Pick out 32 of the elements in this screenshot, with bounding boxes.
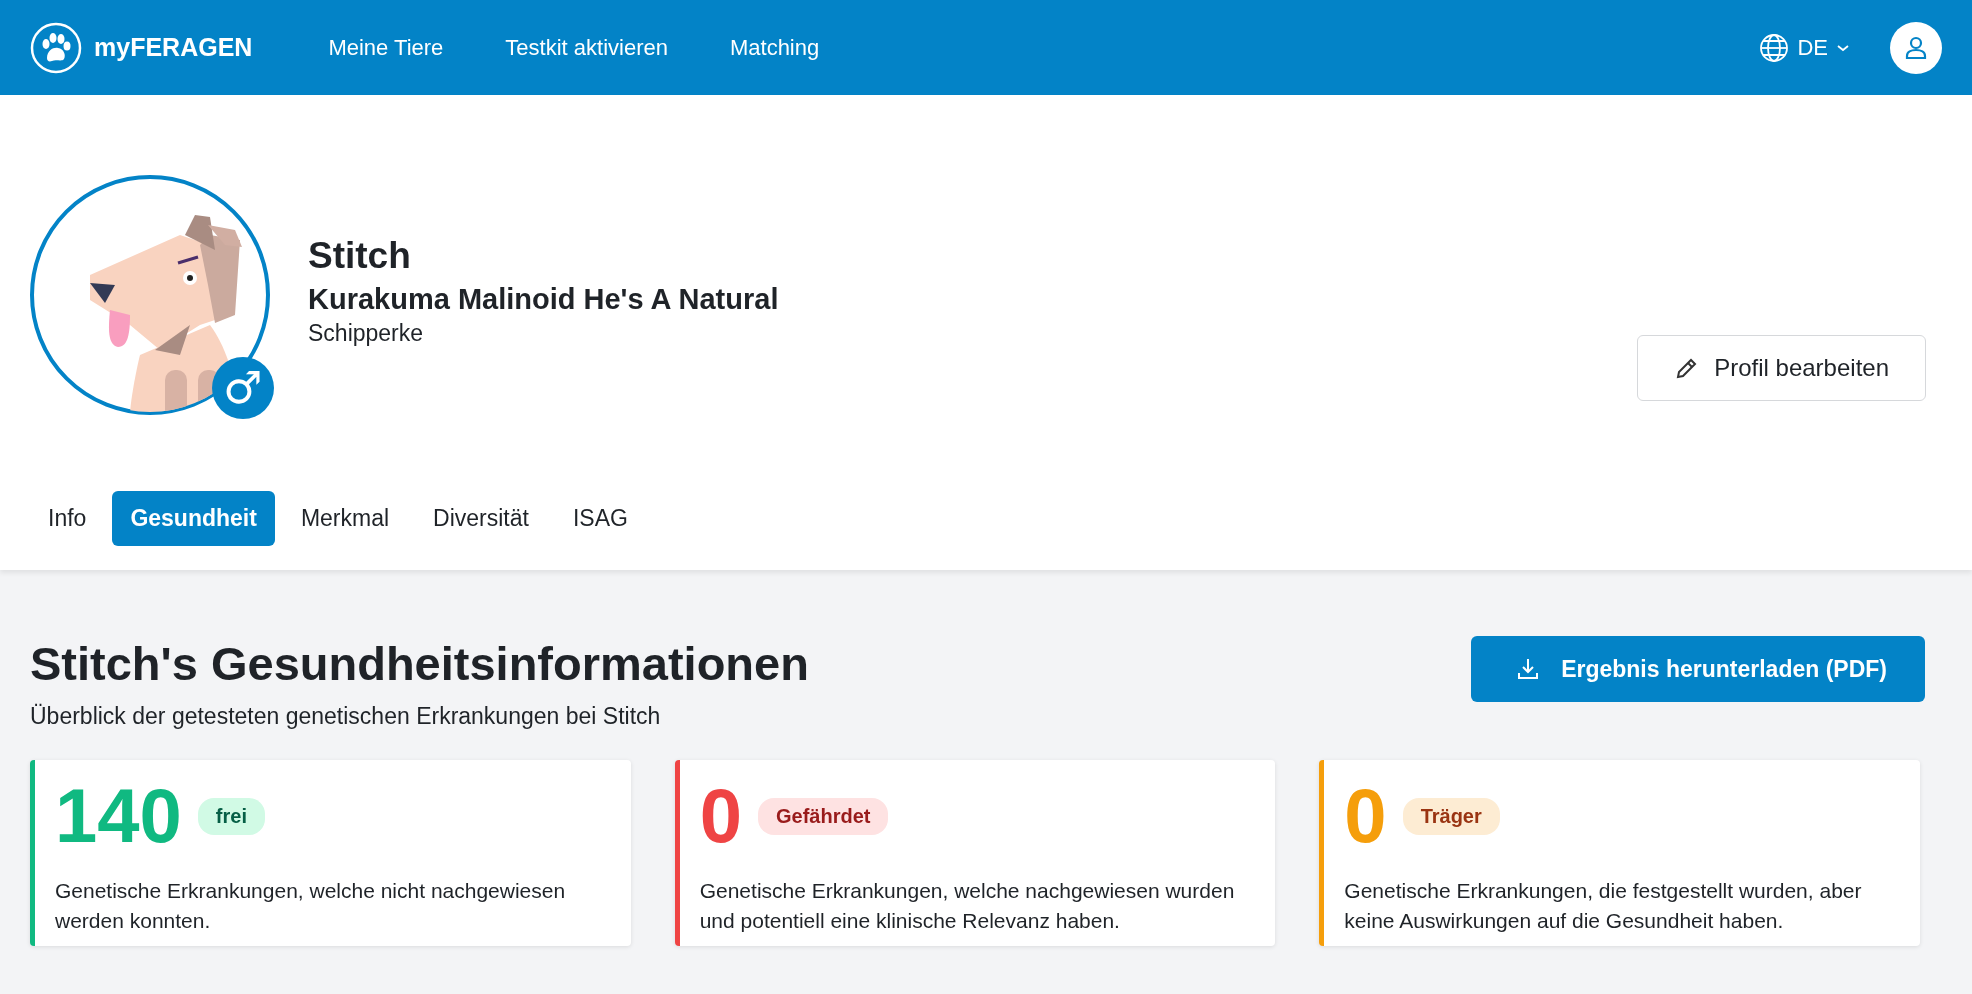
profile-tab[interactable]: Info bbox=[30, 491, 105, 546]
status-badge: frei bbox=[197, 797, 265, 835]
paw-logo-icon[interactable] bbox=[30, 21, 82, 74]
brand-name[interactable]: myFERAGEN bbox=[94, 33, 253, 62]
male-symbol-icon: ♂ bbox=[212, 357, 274, 419]
result-count: 0 bbox=[699, 778, 742, 854]
profile-tab[interactable]: Diversität bbox=[415, 491, 547, 546]
edit-profile-button[interactable]: Profil bearbeiten bbox=[1637, 335, 1926, 401]
result-count: 140 bbox=[55, 778, 182, 854]
nav-link[interactable]: Matching bbox=[729, 34, 820, 61]
profile-tab[interactable]: Gesundheit bbox=[112, 491, 275, 546]
user-icon bbox=[1903, 34, 1929, 61]
registered-name: Kurakuma Malinoid He's A Natural bbox=[308, 283, 779, 316]
language-selector[interactable]: DE bbox=[1759, 32, 1850, 63]
status-badge: Gefährdet bbox=[757, 797, 889, 835]
nav-link[interactable]: Meine Tiere bbox=[328, 34, 444, 61]
chevron-down-icon bbox=[1836, 42, 1850, 53]
profile-tab[interactable]: ISAG bbox=[554, 491, 646, 546]
section-subtitle: Überblick der getesteten genetischen Erkrankungen bei Stitch bbox=[30, 703, 662, 730]
globe-icon bbox=[1759, 32, 1790, 63]
download-pdf-button[interactable]: Ergebnis herunterladen (PDF) bbox=[1471, 636, 1925, 702]
user-account-button[interactable] bbox=[1890, 21, 1942, 74]
breed-label: Schipperke bbox=[308, 320, 425, 347]
section-title: Stitch's Gesundheitsinformationen bbox=[30, 636, 809, 691]
result-description: Genetische Erkrankungen, die festgestellt wurden, aber keine Auswirkungen auf die Gesundheit haben. bbox=[1344, 878, 1863, 935]
result-count: 0 bbox=[1344, 778, 1387, 854]
status-badge: Träger bbox=[1402, 797, 1500, 835]
result-description: Genetische Erkrankungen, welche nicht nachgewiesen werden konnten. bbox=[55, 878, 567, 935]
nav-link[interactable]: Testkit aktivieren bbox=[505, 34, 668, 61]
result-description: Genetische Erkrankungen, welche nachgewiesen wurden und potentiell eine klinische Relevanz haben. bbox=[699, 878, 1236, 935]
profile-tab[interactable]: Merkmal bbox=[282, 491, 408, 546]
pet-name: Stitch bbox=[308, 235, 412, 277]
